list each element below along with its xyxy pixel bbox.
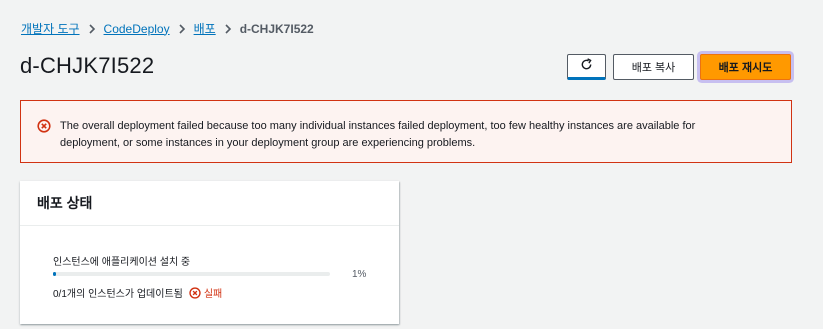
error-circle-icon	[37, 119, 51, 133]
refresh-button[interactable]	[567, 54, 606, 80]
progress-bar	[53, 272, 330, 276]
alert-message-line-1: The overall deployment failed because to…	[60, 120, 696, 132]
breadcrumb: 개발자 도구 CodeDeploy 배포 d-CHJK7I522	[21, 20, 314, 37]
breadcrumb-codedeploy[interactable]: CodeDeploy	[104, 22, 170, 36]
card-title: 배포 상태	[20, 181, 399, 226]
deployment-status-card: 배포 상태 인스턴스에 애플리케이션 설치 중 1% 0/1개의 인스턴스가 업…	[20, 181, 399, 324]
page-title: d-CHJK7I522	[20, 53, 155, 78]
failed-status-label: 실패	[203, 289, 223, 300]
error-alert: The overall deployment failed because to…	[20, 100, 792, 163]
alert-message-line-2: deployment, or some instances in your de…	[60, 137, 476, 149]
progress-percent: 1%	[352, 269, 367, 280]
breadcrumb-deployments[interactable]: 배포	[194, 20, 216, 37]
header-actions: 배포 복사 배포 재시도	[567, 54, 791, 80]
progress-fill	[53, 272, 56, 276]
alert-message: The overall deployment failed because to…	[60, 118, 695, 162]
instances-status: 0/1개의 인스턴스가 업데이트됨 실패	[53, 285, 222, 300]
lifecycle-step-label: 인스턴스에 애플리케이션 설치 중	[53, 257, 191, 268]
retry-deployment-button[interactable]: 배포 재시도	[700, 54, 791, 80]
breadcrumb-developer-tools[interactable]: 개발자 도구	[21, 20, 80, 37]
refresh-icon	[580, 58, 593, 74]
breadcrumb-current: d-CHJK7I522	[239, 21, 314, 36]
error-circle-icon	[189, 286, 201, 299]
copy-deployment-button[interactable]: 배포 복사	[613, 54, 694, 80]
instances-updated-text: 0/1개의 인스턴스가 업데이트됨	[53, 289, 183, 300]
chevron-right-icon	[178, 23, 186, 34]
chevron-right-icon	[88, 23, 96, 34]
chevron-right-icon	[224, 23, 232, 34]
